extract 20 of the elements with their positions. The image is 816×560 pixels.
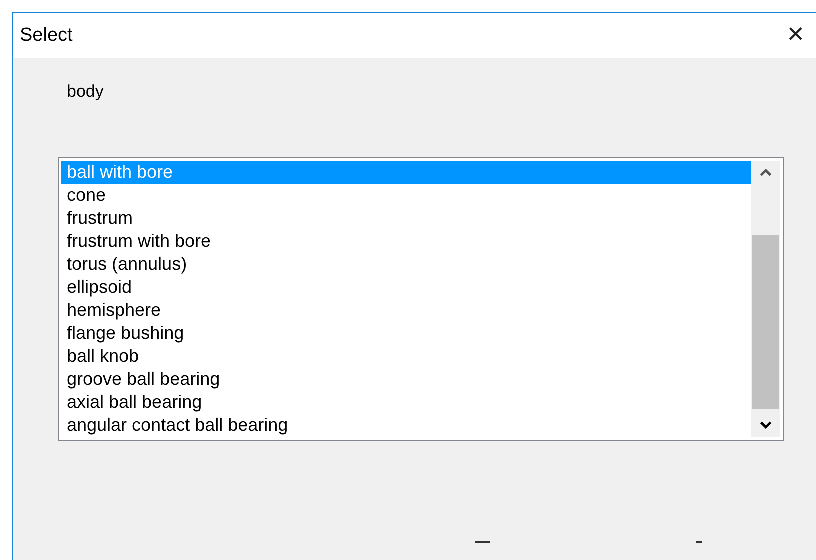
list-item[interactable]: ball knob [61,345,751,368]
accelerator-underline [696,541,702,543]
scroll-down-icon[interactable] [760,421,772,429]
list-item[interactable]: ellipsoid [61,276,751,299]
list-item[interactable]: flange bushing [61,322,751,345]
list-item[interactable]: axial ball bearing [61,391,751,414]
list-item[interactable]: torus (annulus) [61,253,751,276]
scroll-thumb[interactable] [752,235,779,409]
accelerator-underline [475,541,490,543]
scroll-up-icon[interactable] [760,169,772,177]
scrollbar[interactable] [751,161,780,437]
close-button[interactable]: ✕ [782,23,809,48]
list-item[interactable]: frustrum [61,207,751,230]
list-item[interactable]: hemisphere [61,299,751,322]
list-item[interactable]: angular contact ball bearing [61,414,751,437]
field-label: body [67,82,105,103]
list-item[interactable]: frustrum with bore [61,230,751,253]
window-title: Select [20,24,73,46]
list-item[interactable]: groove ball bearing [61,368,751,391]
list-item[interactable]: cone [61,184,751,207]
